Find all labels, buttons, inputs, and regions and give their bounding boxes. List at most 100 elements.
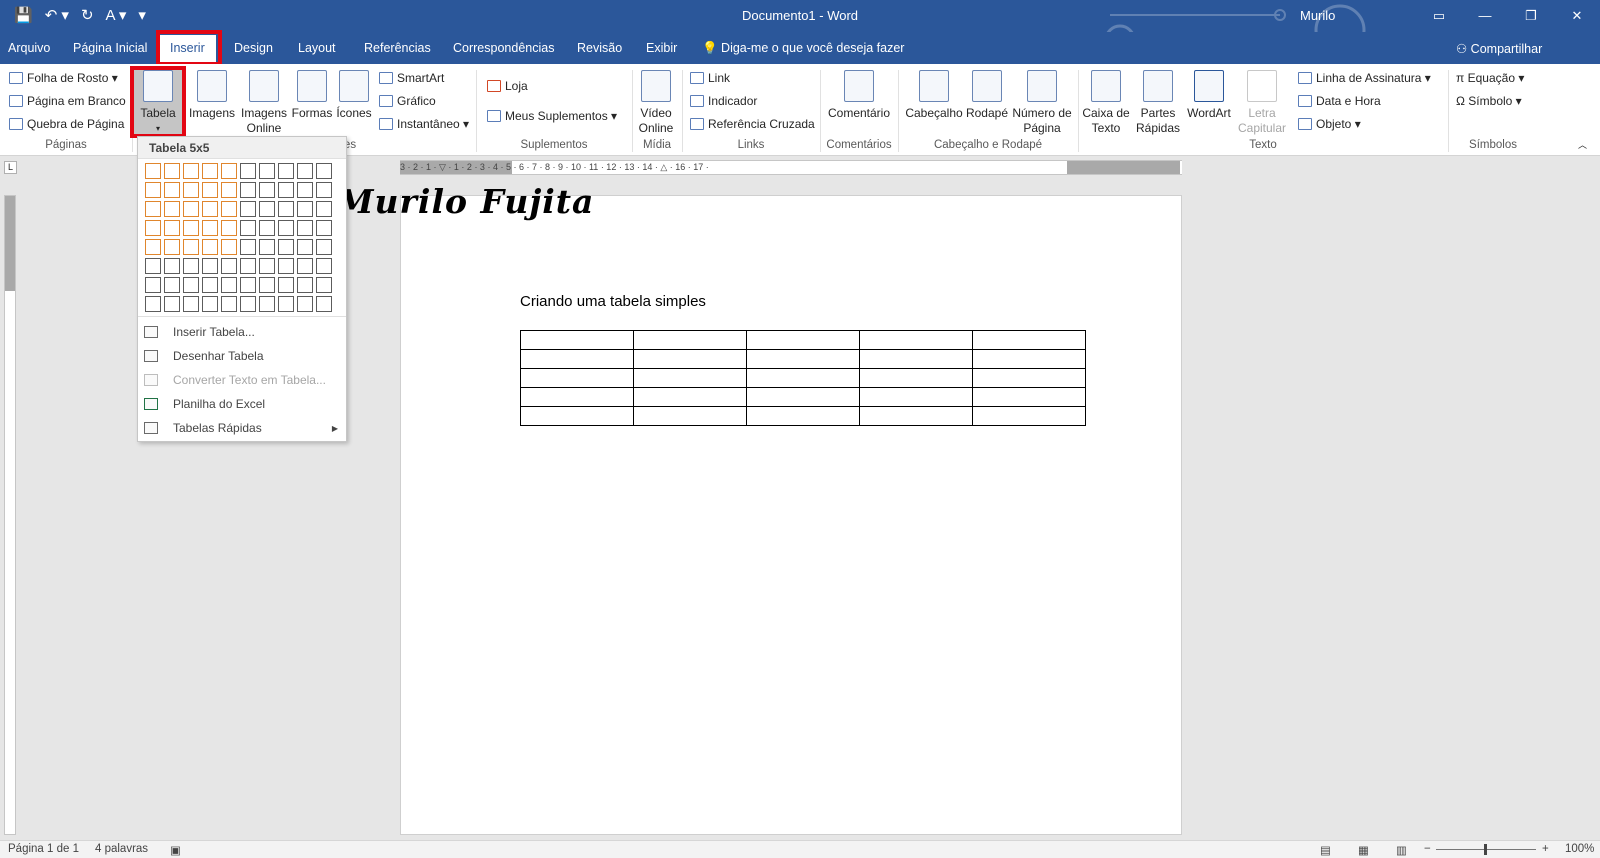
read-mode-icon[interactable]: ▤	[1320, 843, 1331, 857]
table-grid-cell[interactable]	[202, 258, 218, 274]
tab-layout[interactable]: Layout	[298, 41, 336, 55]
table-grid-cell[interactable]	[202, 182, 218, 198]
tell-me-search[interactable]: 💡 Diga-me o que você deseja fazer	[702, 41, 904, 56]
table-grid-cell[interactable]	[240, 239, 256, 255]
smartart-button[interactable]: SmartArt	[379, 71, 444, 85]
table-grid-cell[interactable]	[145, 296, 161, 312]
table-grid-cell[interactable]	[145, 220, 161, 236]
table-grid-cell[interactable]	[202, 277, 218, 293]
table-grid-cell[interactable]	[316, 296, 332, 312]
table-grid-cell[interactable]	[278, 163, 294, 179]
table-grid-cell[interactable]	[240, 277, 256, 293]
zoom-in-icon[interactable]: +	[1542, 843, 1549, 855]
table-grid-cell[interactable]	[202, 239, 218, 255]
icones-button[interactable]: Ícones	[335, 70, 373, 121]
table-cell[interactable]	[520, 349, 634, 369]
loja-button[interactable]: Loja	[487, 79, 528, 93]
table-cell[interactable]	[746, 406, 860, 426]
table-grid-cell[interactable]	[221, 239, 237, 255]
tab-selector[interactable]: L	[4, 161, 17, 174]
indicador-button[interactable]: Indicador	[690, 94, 757, 108]
table-grid-cell[interactable]	[259, 296, 275, 312]
table-grid-cell[interactable]	[221, 296, 237, 312]
table-grid-cell[interactable]	[297, 163, 313, 179]
proofing-icon[interactable]: ▣	[170, 843, 181, 857]
table-grid-cell[interactable]	[297, 182, 313, 198]
table-grid-cell[interactable]	[278, 201, 294, 217]
table-cell[interactable]	[972, 406, 1086, 426]
tab-correspondencias[interactable]: Correspondências	[453, 41, 554, 55]
letra-capitular-button[interactable]: Letra Capitular	[1234, 70, 1290, 136]
table-grid-cell[interactable]	[221, 258, 237, 274]
data-e-hora-button[interactable]: Data e Hora	[1298, 94, 1381, 108]
table-grid-cell[interactable]	[259, 163, 275, 179]
table-cell[interactable]	[746, 330, 860, 350]
table-grid-cell[interactable]	[316, 258, 332, 274]
document-table[interactable]	[520, 330, 1086, 426]
table-grid-cell[interactable]	[202, 220, 218, 236]
print-layout-icon[interactable]: ▦	[1358, 843, 1369, 857]
imagens-online-button[interactable]: Imagens Online	[238, 70, 290, 136]
table-grid-cell[interactable]	[278, 258, 294, 274]
document-heading[interactable]: Criando uma tabela simples	[520, 293, 706, 310]
linha-de-assinatura-button[interactable]: Linha de Assinatura ▾	[1298, 71, 1431, 85]
collapse-ribbon-icon[interactable]: ︿	[1578, 138, 1587, 151]
table-grid-cell[interactable]	[202, 201, 218, 217]
table-cell[interactable]	[972, 330, 1086, 350]
tab-arquivo[interactable]: Arquivo	[8, 41, 50, 55]
table-grid-cell[interactable]	[259, 258, 275, 274]
table-grid-cell[interactable]	[145, 163, 161, 179]
document-page[interactable]	[400, 195, 1182, 835]
zoom-level[interactable]: 100%	[1565, 843, 1594, 855]
table-grid-cell[interactable]	[221, 182, 237, 198]
table-grid-cell[interactable]	[183, 296, 199, 312]
table-cell[interactable]	[972, 387, 1086, 407]
tab-pagina-inicial[interactable]: Página Inicial	[73, 41, 147, 55]
simbolo-button[interactable]: Ω Símbolo ▾	[1456, 94, 1522, 108]
partes-rapidas-button[interactable]: Partes Rápidas	[1132, 70, 1184, 136]
close-icon[interactable]: ✕	[1554, 0, 1600, 32]
table-grid-cell[interactable]	[297, 220, 313, 236]
table-grid-cell[interactable]	[145, 258, 161, 274]
table-grid-cell[interactable]	[202, 163, 218, 179]
table-cell[interactable]	[859, 368, 973, 388]
table-grid-cell[interactable]	[240, 182, 256, 198]
caixa-de-texto-button[interactable]: Caixa de Texto	[1080, 70, 1132, 136]
table-cell[interactable]	[633, 349, 747, 369]
web-layout-icon[interactable]: ▥	[1396, 843, 1407, 857]
table-grid-cell[interactable]	[259, 201, 275, 217]
imagens-button[interactable]: Imagens	[188, 70, 236, 121]
table-grid-cell[interactable]	[278, 182, 294, 198]
table-grid-cell[interactable]	[278, 239, 294, 255]
referencia-cruzada-button[interactable]: Referência Cruzada	[690, 117, 815, 131]
page-count[interactable]: Página 1 de 1	[8, 843, 79, 855]
table-grid-cell[interactable]	[297, 277, 313, 293]
numero-de-pagina-button[interactable]: Número de Página	[1010, 70, 1074, 136]
table-grid-cell[interactable]	[278, 277, 294, 293]
table-grid-cell[interactable]	[164, 220, 180, 236]
table-cell[interactable]	[633, 330, 747, 350]
tab-referencias[interactable]: Referências	[364, 41, 431, 55]
table-grid-cell[interactable]	[202, 296, 218, 312]
wordart-button[interactable]: WordArt	[1184, 70, 1234, 121]
table-grid-cell[interactable]	[164, 239, 180, 255]
table-cell[interactable]	[746, 349, 860, 369]
tab-exibir[interactable]: Exibir	[646, 41, 677, 55]
table-cell[interactable]	[633, 387, 747, 407]
table-grid-cell[interactable]	[164, 258, 180, 274]
table-grid-cell[interactable]	[164, 163, 180, 179]
table-grid-cell[interactable]	[145, 201, 161, 217]
pagina-em-branco-button[interactable]: Página em Branco	[9, 94, 126, 108]
table-cell[interactable]	[520, 368, 634, 388]
rodape-button[interactable]: Rodapé	[964, 70, 1010, 121]
tab-revisao[interactable]: Revisão	[577, 41, 622, 55]
table-grid-cell[interactable]	[297, 258, 313, 274]
instantaneo-button[interactable]: Instantâneo ▾	[379, 117, 469, 131]
table-cell[interactable]	[859, 349, 973, 369]
table-grid-cell[interactable]	[221, 220, 237, 236]
table-cell[interactable]	[859, 387, 973, 407]
table-cell[interactable]	[972, 349, 1086, 369]
folha-de-rosto-button[interactable]: Folha de Rosto ▾	[9, 71, 118, 85]
zoom-out-icon[interactable]: −	[1424, 843, 1431, 855]
table-grid-cell[interactable]	[240, 201, 256, 217]
